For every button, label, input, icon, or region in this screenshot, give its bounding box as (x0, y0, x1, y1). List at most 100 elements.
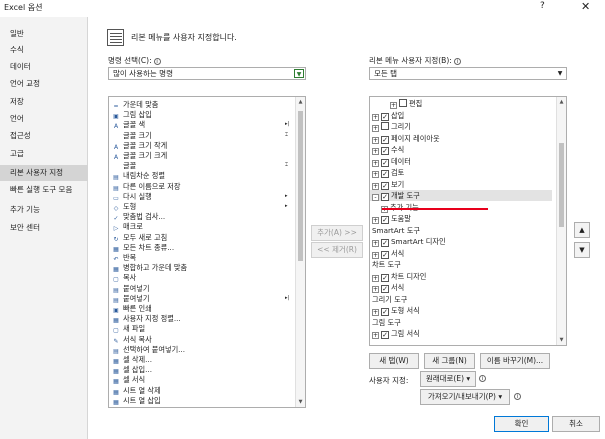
ok-button[interactable]: 확인 (494, 416, 549, 432)
info-icon: i (453, 57, 461, 65)
ribbon-tab-item[interactable]: + ✓ 검토 (370, 167, 552, 178)
rename-button[interactable]: 이름 바꾸기(M)... (480, 353, 550, 369)
expand-icon[interactable]: + (372, 171, 379, 178)
ribbon-tab-item[interactable]: + ✓ 보기 (370, 179, 552, 190)
expand-icon[interactable]: + (372, 182, 379, 190)
scroll-down-icon[interactable]: ▼ (557, 335, 566, 345)
tab-checkbox[interactable]: ✓ (381, 285, 389, 293)
customize-ribbon-select[interactable]: 모든 탭 ▼ (369, 67, 567, 80)
tab-checkbox[interactable]: ✓ (381, 308, 389, 316)
remove-button[interactable]: << 제거(R) (311, 242, 363, 258)
tab-checkbox[interactable]: ✓ (381, 135, 389, 144)
move-up-button[interactable]: ▲ (574, 222, 590, 238)
ribbon-tab-item[interactable]: +추가 기능 (370, 202, 552, 213)
expand-icon[interactable]: + (390, 102, 397, 109)
collapse-icon[interactable]: - (372, 194, 379, 201)
tab-group-header[interactable]: 그림 도구 (370, 317, 552, 328)
expand-icon[interactable]: + (372, 136, 379, 144)
scroll-down-icon[interactable]: ▼ (296, 397, 305, 407)
tab-group-header[interactable]: SmartArt 도구 (370, 225, 552, 236)
ribbon-tab-item[interactable]: - ✓ 개발 도구 (370, 190, 552, 201)
ribbon-tab-item[interactable]: + ✓ 도움말 (370, 213, 552, 224)
move-down-button[interactable]: ▼ (574, 242, 590, 258)
reset-button[interactable]: 원래대로(E) ▾ (420, 371, 476, 387)
ribbon-tab-item[interactable]: + ✓ 차트 디자인 (370, 271, 552, 282)
tab-checkbox[interactable]: ✓ (381, 331, 389, 339)
chevron-down-icon: ▼ (557, 70, 563, 77)
tab-checkbox[interactable]: ✓ (381, 273, 389, 282)
tab-checkbox[interactable] (399, 99, 407, 107)
tab-checkbox[interactable]: ✓ (381, 147, 389, 155)
ribbon-tab-item[interactable]: + 편집 (370, 98, 552, 109)
commands-scrollbar[interactable]: ▲ ▼ (295, 97, 305, 407)
ribbon-tab-item[interactable]: + ✓ 데이터 (370, 156, 552, 167)
scroll-thumb[interactable] (298, 111, 303, 261)
tree-scrollbar[interactable]: ▲ ▼ (556, 97, 566, 345)
ribbon-tab-item[interactable]: + 그리기 (370, 121, 552, 132)
command-item[interactable]: ▦ 시트 열 삽입 (112, 395, 160, 406)
new-tab-button[interactable]: 새 탭(W) (369, 353, 419, 369)
nav-item[interactable]: 고급 (0, 146, 88, 162)
choose-commands-select[interactable]: 많이 사용하는 명령 ▼ (108, 67, 306, 80)
expand-icon[interactable]: + (372, 125, 379, 132)
new-group-button[interactable]: 새 그룹(N) (424, 353, 475, 369)
tab-group-header[interactable]: 그리기 도구 (370, 294, 552, 305)
tab-checkbox[interactable] (381, 122, 389, 130)
nav-item[interactable]: 추가 기능 (0, 202, 88, 218)
cancel-button[interactable]: 취소 (552, 416, 600, 432)
tab-checkbox[interactable]: ✓ (381, 181, 389, 190)
nav-item[interactable]: 빠른 실행 도구 모음 (0, 182, 88, 198)
nav-item[interactable]: 데이터 (0, 59, 88, 75)
tab-checkbox[interactable]: ✓ (381, 239, 389, 247)
tab-label: 페이지 레이아웃 (391, 133, 440, 143)
tab-checkbox[interactable]: ✓ (381, 250, 389, 259)
expand-icon[interactable]: + (372, 240, 379, 247)
ribbon-tree[interactable]: + 편집 + ✓ 삽입 + 그리기 + ✓ 페이지 레이아웃 + ✓ 수식 + ✓ 데이터 + ✓ 검토 + ✓ 보기 - ✓… (369, 96, 567, 346)
nav-item[interactable]: 일반 (0, 26, 88, 42)
nav-item[interactable]: 접근성 (0, 128, 88, 144)
command-label: 서식 복사 (123, 334, 152, 344)
ribbon-tab-item[interactable]: + ✓ 수식 (370, 144, 552, 155)
ribbon-tab-item[interactable]: + ✓ 도형 서식 (370, 305, 552, 316)
expand-icon[interactable]: + (372, 217, 379, 224)
expand-icon[interactable]: + (372, 148, 379, 155)
command-label: 새 파일 (123, 324, 146, 334)
ribbon-tab-item[interactable]: + ✓ 삽입 (370, 110, 552, 121)
ribbon-tab-item[interactable]: + ✓ 페이지 레이아웃 (370, 133, 552, 144)
scroll-up-icon[interactable]: ▲ (557, 97, 566, 107)
nav-item[interactable]: 리본 사용자 지정 (0, 165, 88, 181)
tab-checkbox[interactable]: ✓ (381, 216, 389, 224)
nav-item[interactable]: 보안 센터 (0, 220, 88, 236)
expand-icon[interactable]: + (372, 274, 379, 282)
tab-label: 검토 (391, 168, 405, 177)
expand-icon[interactable]: + (372, 286, 379, 293)
expand-icon[interactable]: + (372, 332, 379, 339)
nav-item[interactable]: 언어 교정 (0, 76, 88, 92)
tab-checkbox[interactable]: ✓ (381, 170, 389, 178)
expand-icon[interactable]: + (372, 113, 379, 121)
expand-icon[interactable]: + (372, 251, 379, 259)
scroll-up-icon[interactable]: ▲ (296, 97, 305, 107)
tab-group-header[interactable]: 차트 도구 (370, 259, 552, 270)
tab-checkbox[interactable]: ✓ (381, 112, 389, 121)
tab-checkbox[interactable]: ✓ (381, 193, 389, 201)
expand-icon[interactable]: + (372, 159, 379, 167)
import-export-button[interactable]: 가져오기/내보내기(P) ▾ (420, 389, 510, 405)
close-icon[interactable]: ✕ (581, 0, 590, 13)
ribbon-tab-item[interactable]: + ✓ 그림 서식 (370, 328, 552, 339)
nav-item[interactable]: 언어 (0, 111, 88, 127)
nav-item[interactable]: 수식 (0, 42, 88, 58)
nav-item[interactable]: 저장 (0, 94, 88, 110)
submenu-arrow-icon: ▸ (285, 203, 288, 209)
ribbon-tab-item[interactable]: + ✓ 서식 (370, 282, 552, 293)
ribbon-tab-item[interactable]: + ✓ 서식 (370, 248, 552, 259)
scroll-thumb[interactable] (559, 143, 564, 227)
expand-icon[interactable]: + (372, 309, 379, 316)
command-label: 붙여넣기 (123, 293, 150, 303)
commands-list[interactable]: = 가운데 맞춤 ▣ 그림 삽입 A 글꼴 색 ▸| 글꼴 크기 ⌶ A 글꼴 크기 작게 A 글꼴 크… (108, 96, 306, 408)
panel-title: 리본 메뉴를 사용자 지정합니다. (131, 33, 237, 42)
ribbon-tab-item[interactable]: + ✓ SmartArt 디자인 (370, 236, 552, 247)
help-icon[interactable]: ? (540, 1, 545, 11)
add-button[interactable]: 추가(A) >> (311, 225, 363, 241)
tab-checkbox[interactable]: ✓ (381, 158, 389, 167)
